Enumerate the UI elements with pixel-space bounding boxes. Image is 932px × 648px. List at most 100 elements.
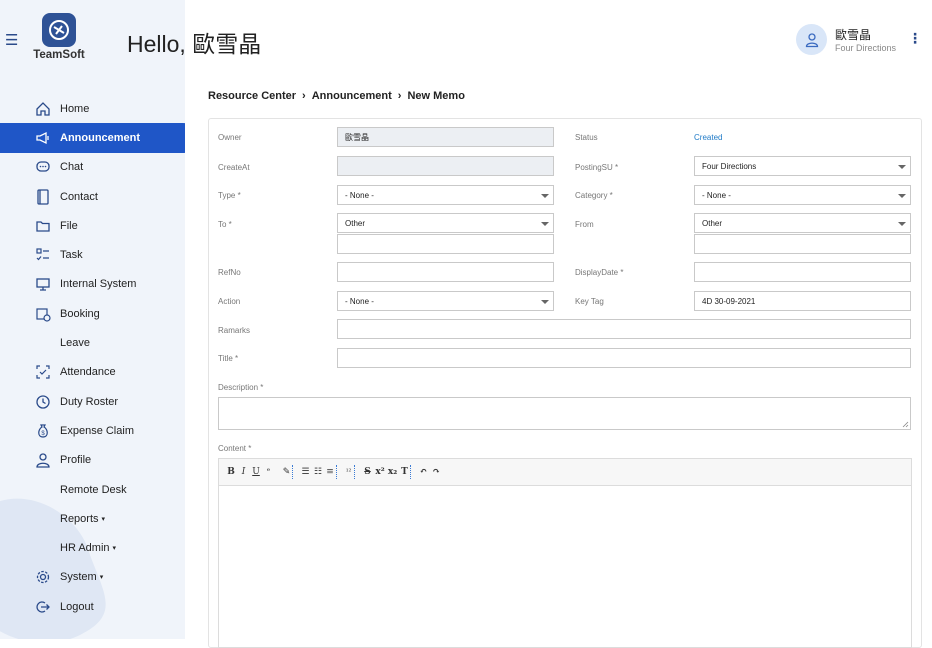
description-label: Description * <box>218 383 264 392</box>
strikethrough-button[interactable]: S <box>362 465 374 479</box>
to-select[interactable]: Other <box>337 213 554 233</box>
sidebar-item-label: File <box>60 219 78 232</box>
underline-button[interactable]: U <box>250 465 262 479</box>
person-icon <box>34 452 51 469</box>
sidebar-item-contact[interactable]: Contact <box>0 182 185 211</box>
monitor-icon <box>34 276 51 293</box>
sidebar: ☰ TeamSoft Home Announcement Chat Contac… <box>0 0 185 639</box>
content-label: Content * <box>218 444 252 453</box>
money-bag-icon: $ <box>34 422 51 439</box>
chevron-down-icon: ▾ <box>99 574 104 582</box>
type-select[interactable]: - None - <box>337 185 554 205</box>
bold-button[interactable]: B <box>225 465 237 479</box>
breadcrumb-resource-center[interactable]: Resource Center <box>208 90 296 102</box>
chevron-right-icon: › <box>397 90 402 102</box>
content-editor[interactable]: B I U ᵉ ✎ ☰ ☷ ≡ ¹² S x² x₂ T ↶ ↷ <box>218 458 912 648</box>
breadcrumb-announcement[interactable]: Announcement <box>312 90 392 102</box>
align-button[interactable]: ≡ <box>325 465 337 479</box>
sidebar-item-label: Leave <box>60 337 90 350</box>
remarks-input[interactable] <box>337 319 911 339</box>
sidebar-item-system[interactable]: System ▾ <box>0 563 185 592</box>
sidebar-item-reports[interactable]: Reports ▾ <box>0 504 185 533</box>
menu-icon[interactable]: ☰ <box>5 31 18 49</box>
clear-format-button[interactable]: ᵉ <box>263 465 275 479</box>
sidebar-item-announcement[interactable]: Announcement <box>0 123 185 153</box>
keytag-input[interactable]: 4D 30-09-2021 <box>694 291 911 311</box>
redo-button[interactable]: ↷ <box>430 465 442 479</box>
sidebar-item-label: Home <box>60 102 90 115</box>
resize-handle-icon[interactable] <box>902 421 909 428</box>
to-label: To * <box>218 220 232 229</box>
owner-field: 歐雪晶 <box>337 127 554 147</box>
bullet-list-button[interactable]: ☰ <box>300 465 312 479</box>
sidebar-item-file[interactable]: File <box>0 211 185 240</box>
sidebar-nav: Home Announcement Chat Contact File Task… <box>0 94 185 621</box>
attendance-icon <box>34 364 51 381</box>
user-name: 歐雪晶 <box>835 28 872 42</box>
postingsu-select[interactable]: Four Directions <box>694 156 911 176</box>
text-style-button[interactable]: T <box>399 465 411 479</box>
home-icon <box>34 100 51 117</box>
sidebar-item-label: Internal System <box>60 278 137 291</box>
clock-icon <box>34 393 51 410</box>
sidebar-item-label: Contact <box>60 190 98 203</box>
calendar-clock-icon <box>34 305 51 322</box>
numbered-list-button[interactable]: ☷ <box>312 465 324 479</box>
sidebar-item-label: Chat <box>60 161 84 174</box>
chevron-right-icon: › <box>302 90 306 102</box>
megaphone-icon <box>34 129 51 146</box>
refno-input[interactable] <box>337 262 554 282</box>
subscript-button[interactable]: x₂ <box>387 465 399 479</box>
undo-button[interactable]: ↶ <box>418 465 430 479</box>
sidebar-item-logout[interactable]: Logout <box>0 592 185 621</box>
sidebar-item-label: Remote Desk <box>60 483 127 496</box>
from-other-input[interactable] <box>694 234 911 254</box>
sidebar-item-task[interactable]: Task <box>0 240 185 269</box>
contact-book-icon <box>34 188 51 205</box>
sidebar-item-label: Booking <box>60 307 100 320</box>
breadcrumb: Resource Center › Announcement › New Mem… <box>208 90 465 102</box>
title-input[interactable] <box>337 348 911 368</box>
sidebar-item-duty-roster[interactable]: Duty Roster <box>0 387 185 416</box>
page-greeting: Hello, 歐雪晶 <box>127 31 262 57</box>
sidebar-item-internal-system[interactable]: Internal System <box>0 270 185 299</box>
action-select[interactable]: - None - <box>337 291 554 311</box>
more-vertical-icon[interactable]: ⋮ <box>908 30 922 47</box>
italic-button[interactable]: I <box>238 465 250 479</box>
chat-icon <box>34 159 51 176</box>
sidebar-item-label: Reports <box>60 512 99 525</box>
from-select[interactable]: Other <box>694 213 911 233</box>
type-label: Type * <box>218 191 241 200</box>
sidebar-item-leave[interactable]: Leave <box>0 328 185 357</box>
sidebar-item-label: Announcement <box>60 131 141 144</box>
title-label: Title * <box>218 354 239 363</box>
sidebar-item-profile[interactable]: Profile <box>0 446 185 475</box>
owner-label: Owner <box>218 133 242 142</box>
sidebar-item-remote-desk[interactable]: Remote Desk <box>0 475 185 504</box>
refno-label: RefNo <box>218 268 241 277</box>
sidebar-item-label: Task <box>60 249 83 262</box>
sidebar-item-booking[interactable]: Booking <box>0 299 185 328</box>
superscript-button[interactable]: x² <box>374 465 386 479</box>
sidebar-item-label: Profile <box>60 454 92 467</box>
keytag-label: Key Tag <box>575 297 604 306</box>
editor-toolbar: B I U ᵉ ✎ ☰ ☷ ≡ ¹² S x² x₂ T ↶ ↷ <box>219 459 911 486</box>
sidebar-item-chat[interactable]: Chat <box>0 153 185 182</box>
checklist-icon <box>34 247 51 264</box>
to-other-input[interactable] <box>337 234 554 254</box>
displaydate-input[interactable] <box>694 262 911 282</box>
sidebar-item-attendance[interactable]: Attendance <box>0 358 185 387</box>
font-size-button[interactable]: ¹² <box>343 465 355 479</box>
sidebar-item-hr-admin[interactable]: HR Admin ▾ <box>0 533 185 562</box>
logout-icon <box>34 598 51 615</box>
description-textarea[interactable] <box>218 397 911 430</box>
sidebar-item-home[interactable]: Home <box>0 94 185 123</box>
sidebar-item-label: Attendance <box>60 366 116 379</box>
svg-text:$: $ <box>41 431 45 437</box>
category-select[interactable]: - None - <box>694 185 911 205</box>
sidebar-item-expense-claim[interactable]: $ Expense Claim <box>0 416 185 445</box>
postingsu-label: PostingSU * <box>575 163 619 172</box>
category-label: Category * <box>575 191 613 200</box>
avatar[interactable] <box>796 24 827 55</box>
highlight-button[interactable]: ✎ <box>281 465 293 479</box>
